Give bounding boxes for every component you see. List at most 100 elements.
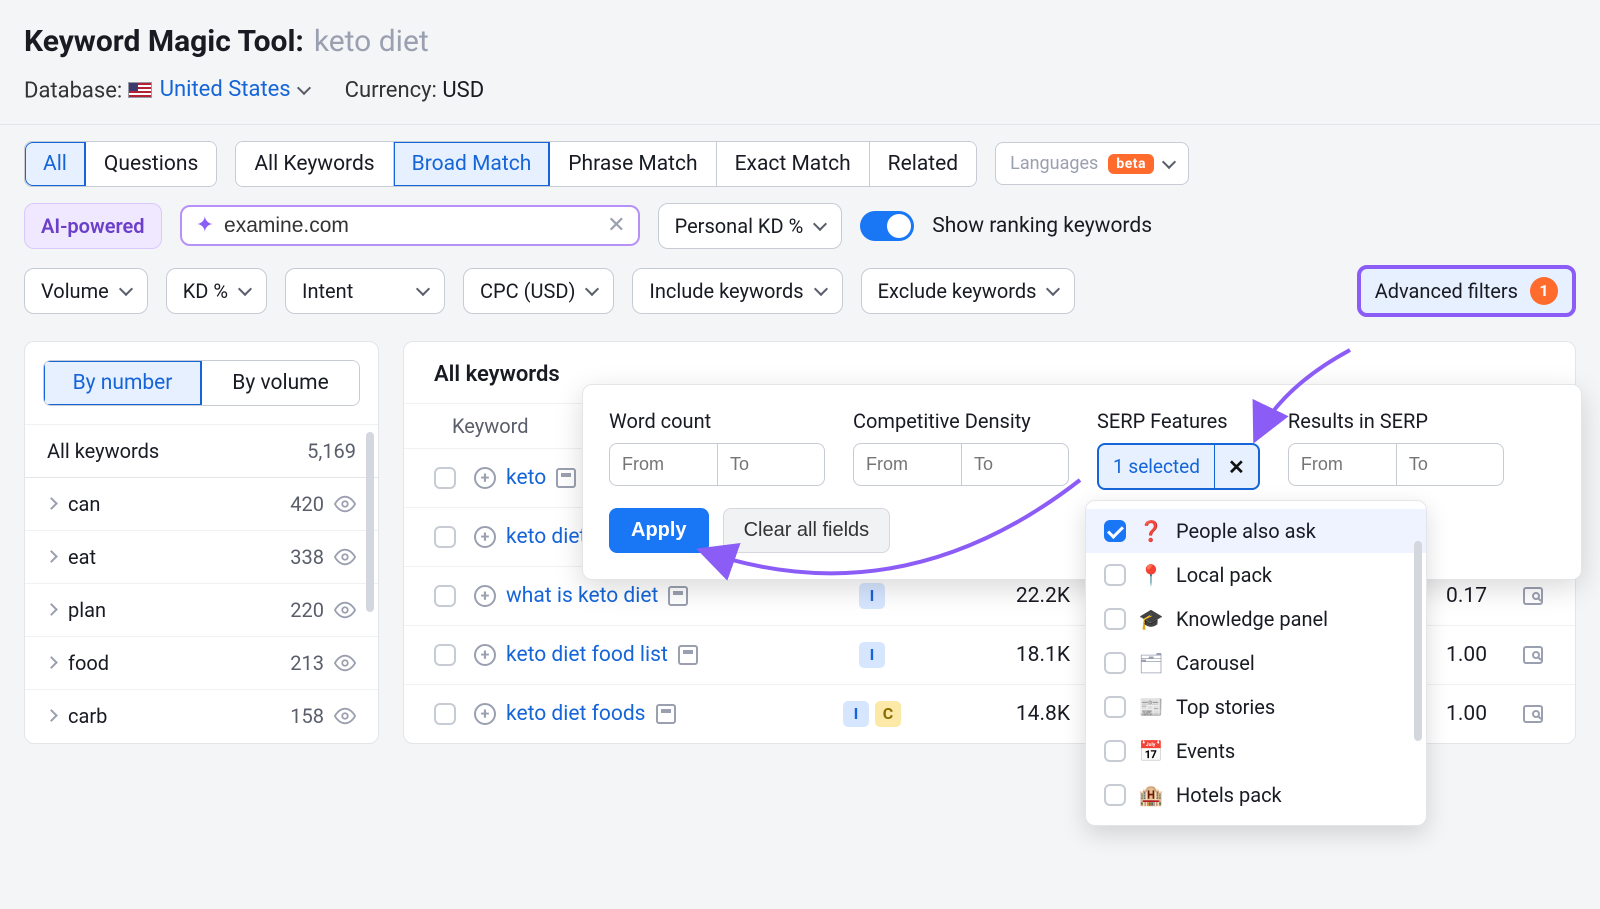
personal-kd-dropdown[interactable]: Personal KD % (658, 203, 843, 249)
sidebar-group-food[interactable]: food 213 (25, 636, 378, 689)
add-keyword-icon[interactable]: + (474, 526, 496, 548)
add-keyword-icon[interactable]: + (474, 585, 496, 607)
keyword-link[interactable]: keto diet food list (506, 643, 668, 667)
sparkle-icon: ✦ (196, 213, 214, 238)
serp-preview-icon[interactable] (656, 704, 676, 724)
advanced-filters-button[interactable]: Advanced filters 1 (1357, 265, 1576, 317)
chevron-down-icon (585, 281, 599, 295)
serp-preview-icon[interactable] (678, 645, 698, 665)
serp-option-top-stories[interactable]: 📰 Top stories (1086, 685, 1426, 729)
checkbox[interactable] (1104, 652, 1126, 674)
keyword-groups-sidebar: By number By volume All keywords 5,169 c… (24, 341, 379, 744)
row-checkbox[interactable] (434, 703, 456, 725)
results-from-input[interactable] (1288, 443, 1396, 486)
tab-related[interactable]: Related (870, 142, 976, 186)
row-checkbox[interactable] (434, 644, 456, 666)
sidebar-group-can[interactable]: can 420 (25, 477, 378, 530)
chevron-down-icon (297, 80, 311, 94)
currency-display: Currency: USD (345, 78, 484, 103)
add-keyword-icon[interactable]: + (474, 467, 496, 489)
add-keyword-icon[interactable]: + (474, 703, 496, 725)
row-checkbox[interactable] (434, 585, 456, 607)
chevron-down-icon (238, 281, 252, 295)
results-to-input[interactable] (1396, 443, 1504, 486)
serp-features-clear-icon[interactable]: ✕ (1214, 445, 1258, 488)
open-serp-icon[interactable] (1505, 584, 1545, 608)
open-serp-icon[interactable] (1505, 702, 1545, 726)
serp-feature-icon: 🎓 (1140, 608, 1162, 630)
serp-option-local-pack[interactable]: 📍 Local pack (1086, 553, 1426, 597)
serp-feature-icon: 📅 (1140, 740, 1162, 762)
row-checkbox[interactable] (434, 526, 456, 548)
filter-intent[interactable]: Intent (285, 268, 445, 314)
checkbox[interactable] (1104, 784, 1126, 806)
eye-icon[interactable] (334, 493, 356, 515)
serp-preview-icon[interactable] (668, 586, 688, 606)
checkbox[interactable] (1104, 608, 1126, 630)
question-filter-seg: All Questions (24, 141, 217, 187)
volume-cell: 18.1K (930, 643, 1070, 667)
eye-icon[interactable] (334, 546, 356, 568)
add-keyword-icon[interactable]: + (474, 644, 496, 666)
show-ranking-toggle[interactable] (860, 211, 914, 241)
ai-domain-input-wrap: ✦ ✕ (180, 205, 640, 246)
tab-questions[interactable]: Questions (86, 142, 216, 186)
tab-by-number[interactable]: By number (44, 361, 202, 405)
sidebar-group-plan[interactable]: plan 220 (25, 583, 378, 636)
ai-domain-input[interactable] (224, 214, 597, 238)
eye-icon[interactable] (334, 652, 356, 674)
serp-preview-icon[interactable] (556, 468, 576, 488)
eye-icon[interactable] (334, 599, 356, 621)
filter-include-keywords[interactable]: Include keywords (632, 268, 842, 314)
compdens-to-input[interactable] (961, 443, 1069, 486)
filter-volume[interactable]: Volume (24, 268, 148, 314)
wordcount-to-input[interactable] (717, 443, 825, 486)
sidebar-group-eat[interactable]: eat 338 (25, 530, 378, 583)
wordcount-from-input[interactable] (609, 443, 717, 486)
clear-domain-icon[interactable]: ✕ (607, 213, 625, 238)
sidebar-group-carb[interactable]: carb 158 (25, 689, 378, 742)
advanced-filters-count-badge: 1 (1530, 277, 1558, 305)
chevron-right-icon (45, 550, 58, 563)
compdens-from-input[interactable] (853, 443, 961, 486)
sidebar-scrollbar[interactable] (366, 432, 374, 612)
filter-kd[interactable]: KD % (166, 268, 267, 314)
chevron-down-icon (813, 216, 827, 230)
serp-option-knowledge-panel[interactable]: 🎓 Knowledge panel (1086, 597, 1426, 641)
sidebar-all-keywords[interactable]: All keywords 5,169 (25, 424, 378, 477)
chevron-down-icon (416, 281, 430, 295)
open-serp-icon[interactable] (1505, 643, 1545, 667)
tab-broad-match[interactable]: Broad Match (394, 142, 551, 186)
serp-option-carousel[interactable]: 🗂 Carousel (1086, 641, 1426, 685)
serp-feature-icon: 📍 (1140, 564, 1162, 586)
keyword-link[interactable]: what is keto diet (506, 584, 658, 608)
serp-feature-icon: 📰 (1140, 696, 1162, 718)
serp-option-hotels-pack[interactable]: 🏨 Hotels pack (1086, 773, 1426, 817)
serp-option-people-also-ask[interactable]: ❓ People also ask (1086, 509, 1426, 553)
checkbox[interactable] (1104, 564, 1126, 586)
chevron-right-icon (45, 656, 58, 669)
checkbox[interactable] (1104, 740, 1126, 762)
row-checkbox[interactable] (434, 467, 456, 489)
flag-us-icon (128, 82, 152, 98)
tab-phrase-match[interactable]: Phrase Match (550, 142, 716, 186)
eye-icon[interactable] (334, 705, 356, 727)
keyword-link[interactable]: keto diet foods (506, 702, 646, 726)
database-selector[interactable]: Database: United States (24, 77, 309, 104)
tab-all-keywords[interactable]: All Keywords (236, 142, 393, 186)
languages-dropdown[interactable]: Languages beta (995, 142, 1189, 185)
serp-features-select[interactable]: 1 selected (1099, 445, 1214, 488)
tab-by-volume[interactable]: By volume (202, 361, 359, 405)
dropdown-scrollbar[interactable] (1414, 541, 1422, 741)
filter-cpc[interactable]: CPC (USD) (463, 268, 614, 314)
checkbox[interactable] (1104, 520, 1126, 542)
checkbox[interactable] (1104, 696, 1126, 718)
apply-button[interactable]: Apply (609, 508, 709, 553)
serp-option-events[interactable]: 📅 Events (1086, 729, 1426, 773)
filter-exclude-keywords[interactable]: Exclude keywords (861, 268, 1076, 314)
clear-all-fields-button[interactable]: Clear all fields (723, 508, 891, 553)
keyword-link[interactable]: keto (506, 466, 546, 490)
tab-exact-match[interactable]: Exact Match (717, 142, 870, 186)
chevron-down-icon (814, 281, 828, 295)
tab-all[interactable]: All (25, 142, 86, 186)
